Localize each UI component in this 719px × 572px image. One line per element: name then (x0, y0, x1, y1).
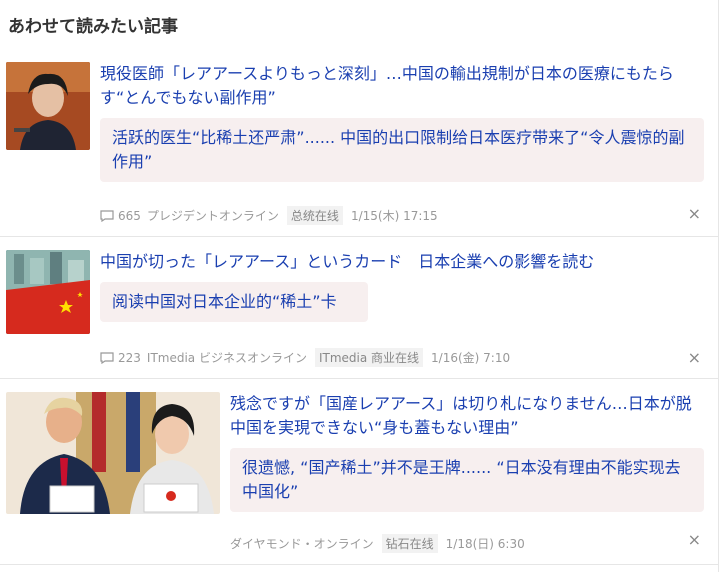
article-translation: 阅读中国对日本企业的“稀土”卡 (100, 282, 368, 322)
comment-count: 223 (118, 350, 141, 365)
article-source: プレジデントオンライン (146, 209, 279, 223)
article-meta: ダイヤモンド・オンライン 钻石在线 1/18(日) 6:30 (230, 534, 525, 553)
source-translation-tag: 钻石在线 (381, 534, 438, 553)
comment-icon (100, 209, 114, 222)
article-title[interactable]: 現役医師「レアアースよりもっと深刻」…中国の輸出規制が日本の医療にもたらす“とん… (100, 62, 700, 110)
comment-icon (100, 351, 114, 364)
comment-count: 665 (118, 208, 141, 223)
close-icon[interactable]: × (688, 348, 701, 367)
article-meta: 223 ITmedia ビジネスオンライン ITmedia 商业在线 1/16(… (100, 348, 510, 367)
article-date: 1/16(金) 7:10 (431, 351, 511, 365)
source-translation-tag: ITmedia 商业在线 (314, 348, 424, 367)
article-date: 1/18(日) 6:30 (445, 537, 525, 551)
divider (0, 378, 719, 379)
article-thumbnail[interactable] (6, 250, 90, 334)
section-title: あわせて読みたい記事 (8, 17, 178, 37)
article-source: ITmedia ビジネスオンライン (146, 351, 307, 365)
close-icon[interactable]: × (688, 204, 701, 223)
article-title[interactable]: 残念ですが「国産レアアース」は切り札になりません…日本が脱中国を実現できない“身… (230, 392, 700, 440)
article-source: ダイヤモンド・オンライン (230, 537, 374, 551)
article-thumbnail[interactable] (6, 62, 90, 150)
divider (0, 564, 719, 565)
article-meta: 665 プレジデントオンライン 总统在线 1/15(木) 17:15 (100, 206, 438, 225)
article-title[interactable]: 中国が切った「レアアース」というカード 日本企業への影響を読む (100, 250, 700, 274)
article-date: 1/15(木) 17:15 (350, 209, 438, 223)
article-thumbnail[interactable] (6, 392, 220, 514)
divider (0, 236, 719, 237)
close-icon[interactable]: × (688, 530, 701, 549)
article-translation: 活跃的医生“比稀土还严肃”...... 中国的出口限制给日本医疗带来了“令人震惊… (100, 118, 704, 182)
source-translation-tag: 总统在线 (286, 206, 343, 225)
article-translation: 很遗憾, “国产稀土”并不是王牌...... “日本没有理由不能实现去中国化” (230, 448, 704, 512)
